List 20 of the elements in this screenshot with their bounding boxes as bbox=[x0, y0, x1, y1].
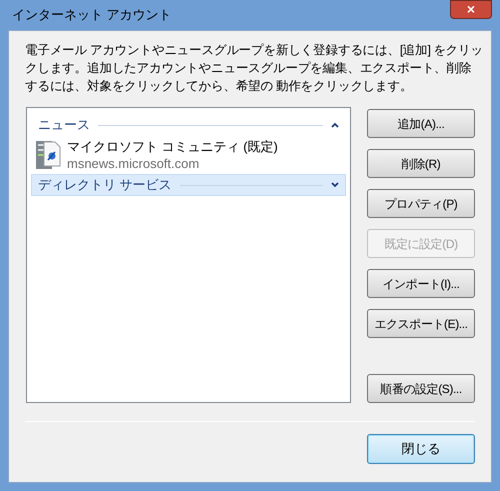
action-button[interactable]: インポート(I)... bbox=[367, 269, 475, 298]
instructions: 電子メール アカウントやニュースグループを新しく登録するには、[追加] をクリックします。追加したアカウントやニュースグループを編集、エクスポート、削除するには、対象をクリックしてから、希望の 動作をクリックします。 bbox=[25, 42, 483, 95]
action-button[interactable]: 削除(R) bbox=[367, 149, 475, 178]
account-address: msnews.microsoft.com bbox=[67, 155, 200, 172]
window-title: インターネット アカウント bbox=[11, 6, 172, 24]
close-dialog-button[interactable]: 閉じる bbox=[367, 434, 475, 464]
group-header[interactable]: ニュース bbox=[31, 114, 346, 136]
action-button[interactable]: エクスポート(E)... bbox=[367, 309, 475, 338]
group-label: ニュース bbox=[38, 116, 90, 134]
group-header[interactable]: ディレクトリ サービス bbox=[31, 174, 346, 196]
account-name: マイクロソフト コミュニティ (既定) bbox=[67, 138, 278, 155]
action-button[interactable]: 順番の設定(S)... bbox=[367, 374, 475, 403]
action-button[interactable]: 追加(A)... bbox=[367, 109, 475, 138]
account-item[interactable]: マイクロソフト コミュニティ (既定) msnews.microsoft.com bbox=[31, 136, 346, 174]
group-label: ディレクトリ サービス bbox=[38, 176, 172, 194]
expand-icon[interactable] bbox=[331, 182, 339, 188]
close-button[interactable]: × bbox=[450, 0, 492, 18]
collapse-icon[interactable] bbox=[331, 122, 339, 128]
server-icon bbox=[35, 139, 61, 171]
action-button[interactable]: プロパティ(P) bbox=[367, 189, 475, 218]
